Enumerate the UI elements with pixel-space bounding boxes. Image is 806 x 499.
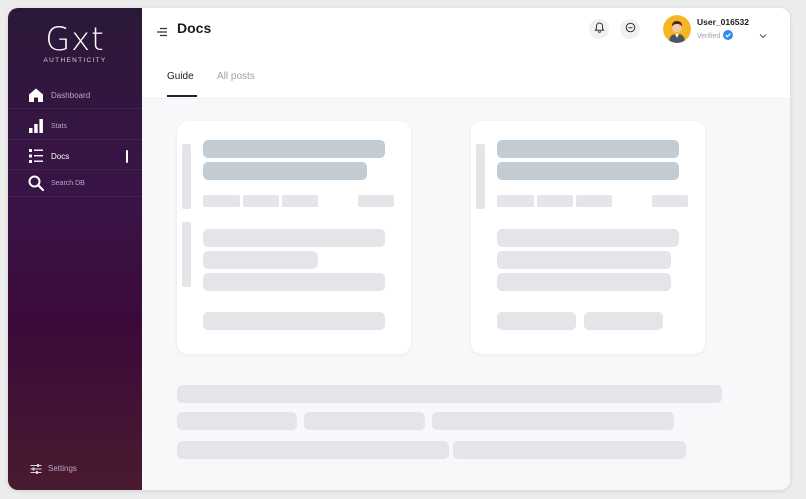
sidebar-item-stats[interactable]: Stats xyxy=(8,113,142,140)
skeleton-title xyxy=(497,162,679,180)
skeleton-chip xyxy=(243,195,279,207)
skeleton-chip xyxy=(203,195,240,207)
skeleton-line xyxy=(203,251,318,269)
skeleton-line xyxy=(453,441,686,459)
skeleton-card xyxy=(471,121,705,354)
logo-tagline: AUTHENTICITY xyxy=(43,57,107,64)
skeleton-title xyxy=(497,140,679,158)
skeleton-line xyxy=(203,273,385,291)
settings-button[interactable]: Settings xyxy=(8,458,142,478)
search-icon xyxy=(27,174,45,192)
skeleton-line xyxy=(497,273,671,291)
skeleton-bar xyxy=(182,222,191,287)
skeleton-line xyxy=(432,412,674,430)
chat-icon xyxy=(625,20,636,38)
skeleton-chip xyxy=(282,195,318,207)
sidebar-item-label: Docs xyxy=(51,151,70,161)
sidebar-item-label: Search DB xyxy=(51,179,85,187)
brand-logo[interactable]: Gxt AUTHENTICITY xyxy=(8,22,142,64)
skeleton-card xyxy=(177,121,411,354)
skeleton-chip xyxy=(537,195,573,207)
sidebar-item-docs[interactable]: Docs xyxy=(8,143,142,170)
bar-chart-icon xyxy=(27,117,45,135)
app-window: Gxt AUTHENTICITY Dashboard Stats Docs Se… xyxy=(8,8,790,490)
skeleton-line xyxy=(177,441,449,459)
user-status-label: Verified xyxy=(697,32,721,40)
tab-all-posts[interactable]: All posts xyxy=(217,71,255,82)
skeleton-line xyxy=(203,312,385,330)
active-tab-underline xyxy=(167,95,197,97)
home-icon xyxy=(27,86,45,104)
sidebar-item-label: Dashboard xyxy=(51,90,91,100)
skeleton-title xyxy=(203,140,385,158)
notifications-button[interactable] xyxy=(589,19,609,39)
skeleton-bar xyxy=(476,144,485,209)
skeleton-title xyxy=(203,162,367,180)
logo-mark: Gxt xyxy=(45,20,105,58)
skeleton-line xyxy=(203,229,385,247)
top-bar: Docs User_016532 Verified xyxy=(142,8,790,52)
page-title: Docs xyxy=(177,20,212,36)
active-indicator xyxy=(126,150,128,163)
sidebar: Gxt AUTHENTICITY Dashboard Stats Docs Se… xyxy=(8,8,142,490)
user-status: Verified xyxy=(697,30,734,42)
skeleton-chip xyxy=(576,195,612,207)
avatar[interactable] xyxy=(663,15,691,43)
skeleton-line xyxy=(177,385,722,403)
tab-guide[interactable]: Guide xyxy=(167,71,194,82)
skeleton-line xyxy=(304,412,425,430)
skeleton-bar xyxy=(182,144,191,209)
chevron-down-icon[interactable] xyxy=(759,26,767,44)
bell-icon xyxy=(593,20,605,38)
skeleton-chip xyxy=(652,195,688,207)
skeleton-chip xyxy=(358,195,394,207)
tabs-bar: Guide All posts xyxy=(142,52,790,99)
menu-toggle-icon[interactable] xyxy=(157,24,167,42)
settings-label: Settings xyxy=(48,463,77,473)
messages-button[interactable] xyxy=(620,19,640,39)
skeleton-line xyxy=(177,412,297,430)
skeleton-chip xyxy=(497,195,534,207)
sidebar-item-search-db[interactable]: Search DB xyxy=(8,170,142,197)
skeleton-line xyxy=(497,251,671,269)
document-list-icon xyxy=(27,147,45,165)
verified-badge-icon xyxy=(723,30,734,42)
sliders-icon xyxy=(30,462,42,474)
skeleton-line xyxy=(584,312,663,330)
skeleton-line xyxy=(497,229,679,247)
sidebar-item-label: Stats xyxy=(51,122,67,130)
sidebar-item-dashboard[interactable]: Dashboard xyxy=(8,82,142,109)
skeleton-line xyxy=(497,312,576,330)
user-name: User_016532 xyxy=(697,17,749,27)
